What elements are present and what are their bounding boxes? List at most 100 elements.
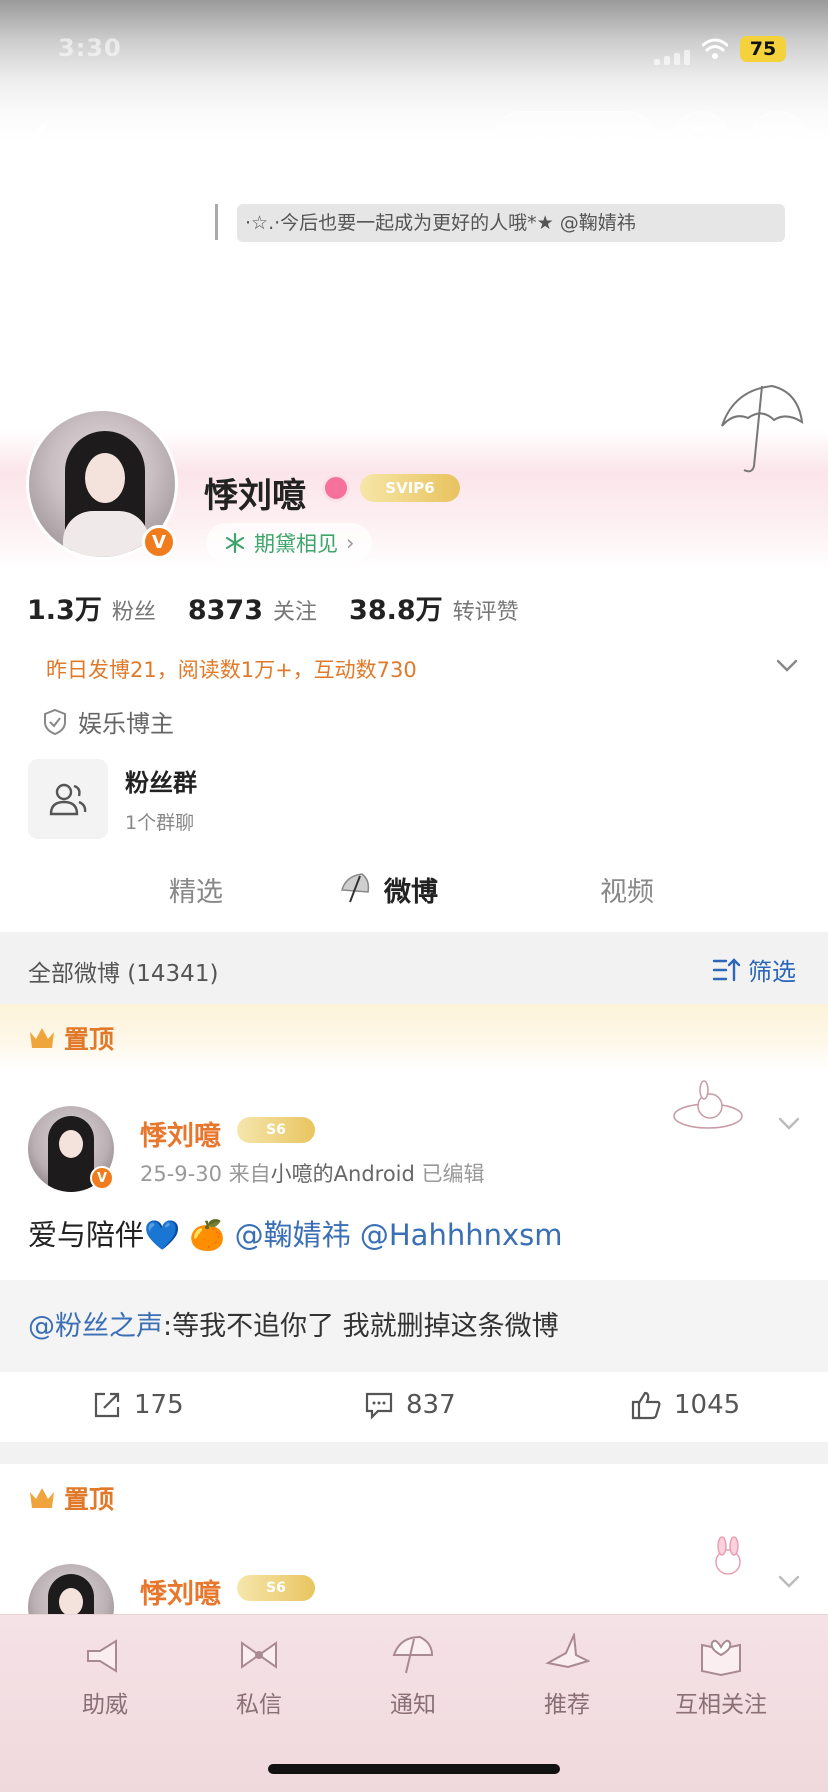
level-badge[interactable]: S6	[237, 1117, 315, 1143]
post-card: 置顶 V 悸刘噫 S6 25-9-30 来自小噫的Android 已编辑 爱与陪…	[0, 1004, 828, 1290]
profile-stats: 1.3万 粉丝 8373 关注 38.8万 转评赞	[27, 588, 519, 627]
pinned-row: 置顶	[0, 1004, 828, 1070]
role-row: 娱乐博主	[42, 704, 174, 739]
nav-mutual-follow[interactable]: 互相关注	[656, 1615, 786, 1725]
like-you-button[interactable]: 喜欢你	[493, 111, 656, 169]
shield-icon	[44, 708, 66, 735]
profile-username: 悸刘噫	[204, 476, 306, 516]
nav-cheer[interactable]: 助威	[40, 1615, 170, 1725]
nav-label: 推荐	[544, 1692, 590, 1718]
nav-label: 助威	[82, 1692, 128, 1718]
all-posts-count: 全部微博 (14341)	[28, 961, 219, 987]
verified-badge-icon: V	[142, 525, 176, 559]
stat-number: 8373	[187, 595, 264, 626]
like-you-label: 喜欢你	[556, 128, 629, 157]
nav-label: 私信	[236, 1692, 282, 1718]
post-menu-chevron-icon[interactable]	[776, 1110, 802, 1136]
nav-messages[interactable]: 私信	[194, 1615, 324, 1725]
yesterday-stats: 昨日发博21，阅读数1万+，互动数730	[46, 658, 417, 682]
fan-group-title[interactable]: 粉丝群	[125, 763, 197, 798]
crown-icon	[30, 1488, 54, 1508]
post-author-name[interactable]: 悸刘噫	[140, 1114, 221, 1153]
level-badge[interactable]: S6	[237, 1575, 315, 1601]
quote-mention[interactable]: @粉丝之声	[28, 1311, 163, 1342]
post-date: 25-9-30	[140, 1162, 222, 1186]
back-arrow-icon[interactable]	[18, 118, 58, 162]
stat-interactions[interactable]: 38.8万 转评赞	[349, 588, 519, 627]
battery-icon: 75	[740, 36, 786, 62]
post-edited: 已编辑	[421, 1162, 485, 1186]
umbrella-tab-icon	[341, 873, 370, 903]
quote-box[interactable]: @粉丝之声:等我不追你了 我就删掉这条微博	[0, 1280, 828, 1372]
post-actions: 175 837 1045	[0, 1372, 828, 1442]
nav-notifications[interactable]: 通知	[348, 1615, 478, 1725]
bunny-decoration-icon	[715, 1536, 741, 1575]
paper-crane-icon	[545, 1633, 590, 1669]
role-label: 娱乐博主	[78, 710, 174, 738]
stat-label: 关注	[273, 600, 318, 625]
signature-bar	[215, 204, 218, 240]
stat-number: 38.8万	[349, 595, 443, 626]
stat-following[interactable]: 8373 关注	[188, 594, 317, 626]
stat-followers[interactable]: 1.3万 粉丝	[27, 588, 156, 627]
comment-icon	[365, 1392, 393, 1420]
visit-chip[interactable]: 期黛相见 ›	[206, 523, 373, 563]
post-text: 爱与陪伴💙 🍊	[28, 1218, 226, 1252]
fan-badge-icon[interactable]	[322, 474, 350, 502]
post-source-prefix: 来自	[228, 1162, 271, 1186]
post-card: 置顶 悸刘噫 S6	[0, 1464, 828, 1650]
signal-icon	[654, 50, 690, 65]
quote-body: :等我不追你了 我就删掉这条微博	[163, 1311, 559, 1342]
more-icon	[762, 136, 794, 144]
home-indicator[interactable]	[268, 1764, 560, 1774]
post-meta: 25-9-30 来自小噫的Android 已编辑	[140, 1158, 485, 1188]
pinned-label: 置顶	[64, 1025, 115, 1054]
post-body: 爱与陪伴💙 🍊 @鞠婧祎 @Hahhhnxsm	[28, 1212, 563, 1254]
tab-featured[interactable]: 精选	[169, 870, 223, 909]
comment-button[interactable]: 837	[364, 1390, 456, 1420]
visit-label: 期黛相见	[254, 532, 338, 556]
post-source[interactable]: 小噫的Android	[271, 1162, 415, 1186]
repost-count: 175	[134, 1390, 184, 1420]
tab-video[interactable]: 视频	[600, 870, 654, 909]
stat-number: 1.3万	[27, 595, 102, 626]
tab-weibo[interactable]: 微博	[384, 870, 438, 909]
wifi-icon	[702, 38, 728, 59]
expand-chevron-icon[interactable]	[774, 652, 800, 678]
search-button[interactable]	[672, 111, 730, 169]
filter-icon	[712, 957, 741, 981]
post-mentions[interactable]: @鞠婧祎 @Hahhhnxsm	[235, 1218, 563, 1252]
fan-group-button[interactable]	[28, 759, 108, 839]
post-menu-chevron-icon[interactable]	[776, 1568, 802, 1594]
chevron-right-icon: ›	[346, 531, 355, 555]
snowflake-icon	[225, 532, 245, 554]
megaphone-icon	[87, 1639, 117, 1673]
repost-icon	[94, 1392, 120, 1418]
umbrella-decoration-icon	[721, 384, 804, 473]
like-count: 1045	[674, 1390, 741, 1420]
repost-button[interactable]: 175	[92, 1390, 184, 1420]
pinned-label: 置顶	[64, 1485, 115, 1514]
group-icon	[49, 783, 87, 816]
content-tabs: 精选 微博 视频	[0, 858, 828, 920]
svip-badge[interactable]: SVIP6	[360, 474, 460, 502]
filter-button[interactable]: 筛选	[712, 952, 796, 987]
bunny-decoration-icon	[673, 1080, 743, 1129]
post-author-name[interactable]: 悸刘噫	[140, 1572, 221, 1611]
pinned-row: 置顶	[0, 1464, 828, 1530]
like-button[interactable]: 1045	[630, 1390, 740, 1420]
status-bar: 3:30 75	[0, 0, 828, 100]
nav-recommend[interactable]: 推荐	[502, 1615, 632, 1725]
stat-label: 转评赞	[452, 600, 519, 625]
filter-bar: 全部微博 (14341) 筛选	[0, 932, 828, 1004]
heart-book-icon	[701, 1639, 741, 1677]
stat-label: 粉丝	[111, 600, 156, 625]
post-separator	[0, 1442, 828, 1464]
crown-icon	[30, 1028, 54, 1048]
post-verified-icon: V	[90, 1166, 114, 1190]
bow-icon	[241, 1641, 277, 1669]
signature-text: ·☆.·今后也要一起成为更好的人哦*★ @鞠婧祎	[237, 204, 785, 242]
quote-text: @粉丝之声:等我不追你了 我就删掉这条微博	[28, 1304, 559, 1343]
more-button[interactable]	[749, 111, 807, 169]
umbrella-icon	[392, 1635, 434, 1674]
